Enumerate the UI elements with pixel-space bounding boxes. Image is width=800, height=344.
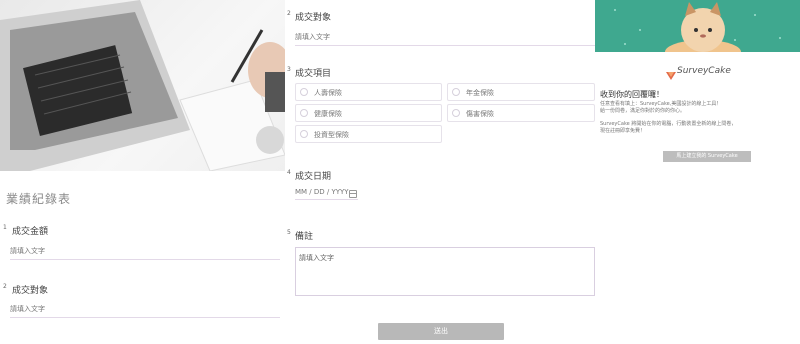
target-input[interactable]: 請填入文字	[295, 32, 595, 46]
thanks-line: 任意查看有填上：SurveyCake,美國設計的線上工具！	[600, 101, 722, 107]
form-preview-left: 業績紀錄表 1 成交金額 請填入文字 2 成交對象 請填入文字	[0, 0, 285, 344]
thanks-line: 現在註冊即享免費！	[600, 128, 646, 134]
question-label-items: 成交項目	[295, 69, 332, 79]
question-number: 2	[3, 283, 7, 290]
note-textarea[interactable]: 請填入文字	[295, 247, 595, 296]
amount-input[interactable]: 請填入文字	[10, 246, 280, 260]
form-title: 業績紀錄表	[6, 192, 72, 206]
option-label: 人壽保險	[314, 89, 342, 97]
option-annuity-insurance[interactable]: 年金保險	[447, 83, 595, 101]
question-label-note: 備註	[295, 232, 314, 242]
submit-button[interactable]: 送出	[378, 323, 504, 340]
radio-icon	[300, 109, 308, 117]
radio-icon	[300, 88, 308, 96]
question-number: 5	[287, 229, 291, 236]
option-label: 健康保險	[314, 110, 342, 118]
question-number: 1	[3, 224, 7, 231]
option-label: 年金保險	[466, 89, 494, 97]
create-surveycake-button[interactable]: 馬上建立我的 SurveyCake	[663, 151, 751, 162]
option-accident-insurance[interactable]: 傷害保險	[447, 104, 595, 122]
hero-image-laptop	[0, 0, 285, 171]
option-life-insurance[interactable]: 人壽保險	[295, 83, 442, 101]
option-health-insurance[interactable]: 健康保險	[295, 104, 442, 122]
question-label-target: 成交對象	[12, 286, 49, 296]
option-label: 傷害保險	[466, 110, 494, 118]
teal-banner	[595, 0, 800, 52]
question-label-date: 成交日期	[295, 172, 332, 182]
target-input[interactable]: 請填入文字	[10, 304, 280, 318]
question-number: 4	[287, 169, 291, 176]
thanks-line: SurveyCake 將開始在你的電腦，行動裝置全新的線上問卷，	[600, 121, 737, 127]
radio-icon	[300, 130, 308, 138]
thanks-title: 收到你的回覆囉！	[600, 90, 664, 99]
option-label: 投資型保險	[314, 131, 349, 139]
thanks-line: 給一份問卷，滿足你對於的你的你心。	[600, 108, 686, 114]
question-label-target: 成交對象	[295, 13, 332, 23]
radio-icon	[452, 109, 460, 117]
cat-mascot-illustration	[614, 2, 781, 52]
question-label-amount: 成交金額	[12, 227, 49, 237]
calendar-icon[interactable]	[349, 190, 357, 198]
option-investment-insurance[interactable]: 投資型保險	[295, 125, 442, 143]
thank-you-panel: SurveyCake 收到你的回覆囉！ 任意查看有填上：SurveyCake,美…	[595, 0, 800, 344]
radio-icon	[452, 88, 460, 96]
question-number: 2	[287, 10, 291, 17]
form-preview-middle: 2 成交對象 請填入文字 3 成交項目 人壽保險 年金保險 健康保險 傷害保險 …	[285, 0, 595, 344]
surveycake-logo-icon	[666, 65, 676, 84]
question-number: 3	[287, 66, 291, 73]
brand-name: SurveyCake	[677, 66, 731, 76]
laptop-illustration	[0, 0, 285, 171]
